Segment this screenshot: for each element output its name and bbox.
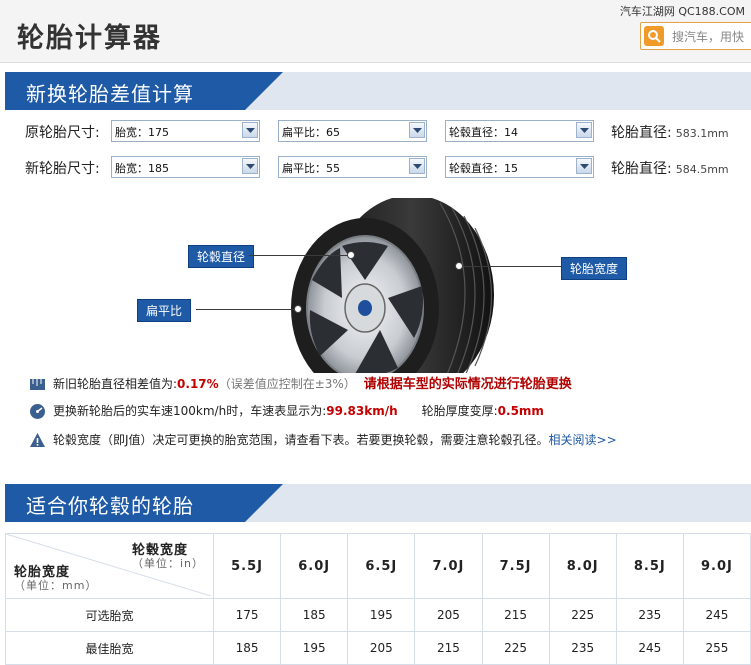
tire-fit-table: 轮毂宽度 （单位：in） 轮胎宽度 （单位：mm） 5.5J 6.0J 6.5J… (5, 533, 751, 665)
table-row: 最佳胎宽 185 195 205 215 225 235 245 255 (5, 631, 751, 665)
section-banner-diff: 新换轮胎差值计算 (5, 72, 751, 110)
table-cell: 195 (347, 598, 416, 632)
info-line-diameter-diff: 新旧轮胎直径相差值为:0.17%（误差值应控制在±3%） 请根据车型的实际情况进行… (29, 373, 572, 393)
table-corner-cell: 轮毂宽度 （单位：in） 轮胎宽度 （单位：mm） (5, 533, 214, 599)
tire-wheel-image (291, 195, 494, 398)
search-placeholder: 搜汽车，用快 (672, 30, 745, 44)
table-cell: 195 (280, 631, 349, 665)
table-cell: 245 (682, 598, 751, 632)
page-title: 轮胎计算器 (17, 23, 162, 54)
chevron-down-icon[interactable] (242, 122, 258, 138)
speedometer-icon (29, 403, 46, 420)
new-aspect-select[interactable]: 扁平比：55 (278, 156, 427, 178)
table-cell: 255 (682, 631, 751, 665)
info-line-speed: 更换新轮胎后的实车速100km/h时，车速表显示为:99.83km/h 轮胎厚度变… (29, 402, 544, 420)
table-cell: 225 (548, 598, 617, 632)
table-cell: 235 (615, 598, 684, 632)
table-cell: 205 (414, 598, 483, 632)
search-input[interactable]: 搜汽车，用快 (640, 22, 751, 50)
column-header: 8.0J (548, 533, 617, 599)
info-line-rim-width: 轮毂宽度（即J值）决定可更换的胎宽范围，请查看下表。若要更换轮毂，需要注意轮毂孔… (29, 431, 617, 449)
new-size-label: 新轮胎尺寸: (25, 161, 100, 177)
search-icon[interactable] (644, 26, 664, 46)
brand-logo-text[interactable]: 汽车江湖网 QC188.COM (620, 3, 745, 19)
table-cell: 185 (212, 631, 282, 665)
column-header: 6.0J (280, 533, 349, 599)
column-header: 8.5J (615, 533, 684, 599)
column-header: 9.0J (682, 533, 751, 599)
column-header: 7.5J (481, 533, 550, 599)
warning-icon (29, 432, 46, 449)
table-cell: 245 (615, 631, 684, 665)
table-cell: 175 (212, 598, 282, 632)
callout-rim-diameter: 轮毂直径 (188, 245, 255, 268)
ruler-icon (29, 376, 46, 393)
column-header: 6.5J (347, 533, 416, 599)
top-bar: 轮胎计算器 汽车江湖网 QC188.COM 搜汽车，用快 (0, 0, 751, 63)
table-header-row: 轮毂宽度 （单位：in） 轮胎宽度 （单位：mm） 5.5J 6.0J 6.5J… (5, 533, 751, 599)
table-cell: 215 (414, 631, 483, 665)
column-header: 7.0J (414, 533, 483, 599)
section-title-fit: 适合你轮毂的轮胎 (26, 494, 194, 518)
table-cell: 185 (280, 598, 349, 632)
column-header: 5.5J (212, 533, 282, 599)
original-rim-select[interactable]: 轮毂直径：14 (445, 120, 594, 142)
callout-tire-width: 轮胎宽度 (561, 257, 628, 280)
tire-illustration (190, 195, 630, 398)
row-label: 最佳胎宽 (5, 631, 214, 665)
section-title-diff: 新换轮胎差值计算 (26, 82, 194, 106)
new-rim-select[interactable]: 轮毂直径：15 (445, 156, 594, 178)
chevron-down-icon[interactable] (409, 122, 425, 138)
new-diameter: 轮胎直径: 584.5mm (611, 161, 729, 177)
row-label: 可选胎宽 (5, 598, 214, 632)
table-cell: 235 (548, 631, 617, 665)
chevron-down-icon[interactable] (576, 122, 592, 138)
related-reading-link[interactable]: 相关阅读>> (549, 433, 617, 447)
original-size-label: 原轮胎尺寸: (25, 125, 100, 141)
original-diameter: 轮胎直径: 583.1mm (611, 125, 729, 141)
new-width-select[interactable]: 胎宽：185 (111, 156, 260, 178)
table-cell: 215 (481, 598, 550, 632)
table-row: 可选胎宽 175 185 195 205 215 225 235 245 (5, 598, 751, 632)
table-cell: 225 (481, 631, 550, 665)
section-banner-fit: 适合你轮毂的轮胎 (5, 484, 751, 522)
table-cell: 205 (347, 631, 416, 665)
chevron-down-icon[interactable] (409, 158, 425, 174)
chevron-down-icon[interactable] (576, 158, 592, 174)
chevron-down-icon[interactable] (242, 158, 258, 174)
original-aspect-select[interactable]: 扁平比：65 (278, 120, 427, 142)
original-width-select[interactable]: 胎宽：175 (111, 120, 260, 142)
callout-aspect-ratio: 扁平比 (137, 299, 192, 322)
